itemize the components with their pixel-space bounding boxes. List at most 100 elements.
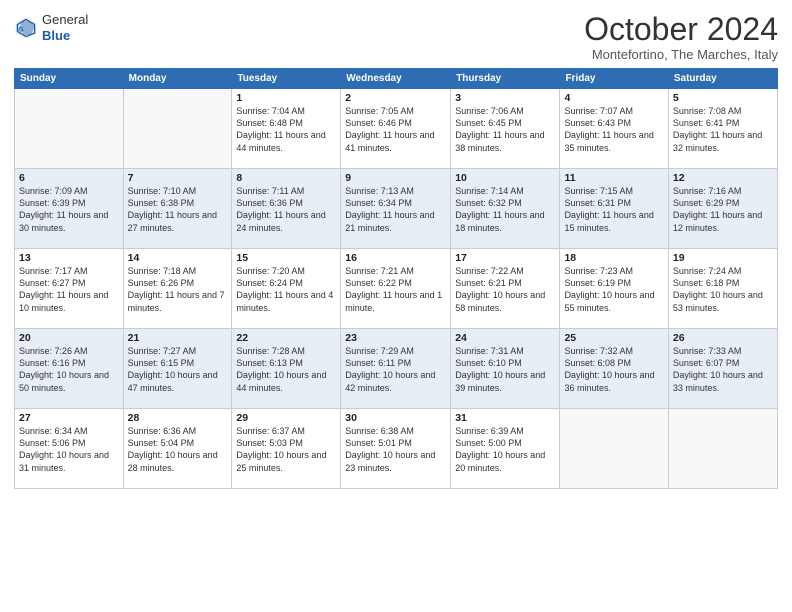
- day-info: Sunrise: 7:31 AM Sunset: 6:10 PM Dayligh…: [455, 345, 555, 394]
- day-number: 22: [236, 332, 336, 344]
- calendar-cell: 22Sunrise: 7:28 AM Sunset: 6:13 PM Dayli…: [232, 329, 341, 409]
- day-info: Sunrise: 7:21 AM Sunset: 6:22 PM Dayligh…: [345, 265, 446, 314]
- calendar-body: 1Sunrise: 7:04 AM Sunset: 6:48 PM Daylig…: [15, 89, 778, 489]
- day-info: Sunrise: 7:06 AM Sunset: 6:45 PM Dayligh…: [455, 105, 555, 154]
- day-number: 12: [673, 172, 773, 184]
- calendar-week-4: 20Sunrise: 7:26 AM Sunset: 6:16 PM Dayli…: [15, 329, 778, 409]
- day-info: Sunrise: 7:27 AM Sunset: 6:15 PM Dayligh…: [128, 345, 228, 394]
- day-info: Sunrise: 7:05 AM Sunset: 6:46 PM Dayligh…: [345, 105, 446, 154]
- day-info: Sunrise: 7:16 AM Sunset: 6:29 PM Dayligh…: [673, 185, 773, 234]
- day-info: Sunrise: 6:34 AM Sunset: 5:06 PM Dayligh…: [19, 425, 119, 474]
- calendar-cell: 9Sunrise: 7:13 AM Sunset: 6:34 PM Daylig…: [341, 169, 451, 249]
- day-info: Sunrise: 7:17 AM Sunset: 6:27 PM Dayligh…: [19, 265, 119, 314]
- calendar-cell: 19Sunrise: 7:24 AM Sunset: 6:18 PM Dayli…: [668, 249, 777, 329]
- day-info: Sunrise: 7:13 AM Sunset: 6:34 PM Dayligh…: [345, 185, 446, 234]
- logo-icon: G: [14, 16, 38, 40]
- day-number: 15: [236, 252, 336, 264]
- calendar-cell: 12Sunrise: 7:16 AM Sunset: 6:29 PM Dayli…: [668, 169, 777, 249]
- day-number: 6: [19, 172, 119, 184]
- day-info: Sunrise: 7:14 AM Sunset: 6:32 PM Dayligh…: [455, 185, 555, 234]
- day-info: Sunrise: 6:37 AM Sunset: 5:03 PM Dayligh…: [236, 425, 336, 474]
- calendar-cell: 2Sunrise: 7:05 AM Sunset: 6:46 PM Daylig…: [341, 89, 451, 169]
- day-info: Sunrise: 7:33 AM Sunset: 6:07 PM Dayligh…: [673, 345, 773, 394]
- day-number: 28: [128, 412, 228, 424]
- calendar-cell: 8Sunrise: 7:11 AM Sunset: 6:36 PM Daylig…: [232, 169, 341, 249]
- calendar-cell: 10Sunrise: 7:14 AM Sunset: 6:32 PM Dayli…: [451, 169, 560, 249]
- calendar-cell: 4Sunrise: 7:07 AM Sunset: 6:43 PM Daylig…: [560, 89, 668, 169]
- day-info: Sunrise: 7:28 AM Sunset: 6:13 PM Dayligh…: [236, 345, 336, 394]
- weekday-saturday: Saturday: [668, 69, 777, 89]
- calendar-cell: [668, 409, 777, 489]
- day-number: 7: [128, 172, 228, 184]
- day-number: 11: [564, 172, 663, 184]
- day-info: Sunrise: 7:32 AM Sunset: 6:08 PM Dayligh…: [564, 345, 663, 394]
- day-info: Sunrise: 6:38 AM Sunset: 5:01 PM Dayligh…: [345, 425, 446, 474]
- day-number: 20: [19, 332, 119, 344]
- day-number: 1: [236, 92, 336, 104]
- day-info: Sunrise: 7:08 AM Sunset: 6:41 PM Dayligh…: [673, 105, 773, 154]
- svg-text:G: G: [18, 26, 23, 33]
- day-number: 26: [673, 332, 773, 344]
- calendar-cell: 21Sunrise: 7:27 AM Sunset: 6:15 PM Dayli…: [123, 329, 232, 409]
- calendar-week-2: 6Sunrise: 7:09 AM Sunset: 6:39 PM Daylig…: [15, 169, 778, 249]
- weekday-header-row: SundayMondayTuesdayWednesdayThursdayFrid…: [15, 69, 778, 89]
- calendar-cell: 14Sunrise: 7:18 AM Sunset: 6:26 PM Dayli…: [123, 249, 232, 329]
- calendar-cell: 20Sunrise: 7:26 AM Sunset: 6:16 PM Dayli…: [15, 329, 124, 409]
- calendar-cell: 28Sunrise: 6:36 AM Sunset: 5:04 PM Dayli…: [123, 409, 232, 489]
- day-number: 9: [345, 172, 446, 184]
- page: G General Blue October 2024 Montefortino…: [0, 0, 792, 612]
- weekday-tuesday: Tuesday: [232, 69, 341, 89]
- day-info: Sunrise: 6:39 AM Sunset: 5:00 PM Dayligh…: [455, 425, 555, 474]
- weekday-thursday: Thursday: [451, 69, 560, 89]
- calendar-week-3: 13Sunrise: 7:17 AM Sunset: 6:27 PM Dayli…: [15, 249, 778, 329]
- calendar-cell: 27Sunrise: 6:34 AM Sunset: 5:06 PM Dayli…: [15, 409, 124, 489]
- day-number: 23: [345, 332, 446, 344]
- calendar-cell: 30Sunrise: 6:38 AM Sunset: 5:01 PM Dayli…: [341, 409, 451, 489]
- day-number: 29: [236, 412, 336, 424]
- day-number: 8: [236, 172, 336, 184]
- calendar-cell: [560, 409, 668, 489]
- calendar-cell: 26Sunrise: 7:33 AM Sunset: 6:07 PM Dayli…: [668, 329, 777, 409]
- calendar-cell: 16Sunrise: 7:21 AM Sunset: 6:22 PM Dayli…: [341, 249, 451, 329]
- calendar-cell: [15, 89, 124, 169]
- day-number: 27: [19, 412, 119, 424]
- day-info: Sunrise: 7:24 AM Sunset: 6:18 PM Dayligh…: [673, 265, 773, 314]
- day-number: 3: [455, 92, 555, 104]
- day-number: 30: [345, 412, 446, 424]
- day-info: Sunrise: 7:11 AM Sunset: 6:36 PM Dayligh…: [236, 185, 336, 234]
- day-info: Sunrise: 7:09 AM Sunset: 6:39 PM Dayligh…: [19, 185, 119, 234]
- calendar-header: SundayMondayTuesdayWednesdayThursdayFrid…: [15, 69, 778, 89]
- calendar-cell: [123, 89, 232, 169]
- calendar-week-5: 27Sunrise: 6:34 AM Sunset: 5:06 PM Dayli…: [15, 409, 778, 489]
- logo-general: General: [42, 12, 88, 27]
- calendar-cell: 29Sunrise: 6:37 AM Sunset: 5:03 PM Dayli…: [232, 409, 341, 489]
- day-info: Sunrise: 7:10 AM Sunset: 6:38 PM Dayligh…: [128, 185, 228, 234]
- day-number: 2: [345, 92, 446, 104]
- title-block: October 2024 Montefortino, The Marches, …: [584, 12, 778, 62]
- calendar-cell: 23Sunrise: 7:29 AM Sunset: 6:11 PM Dayli…: [341, 329, 451, 409]
- day-info: Sunrise: 7:07 AM Sunset: 6:43 PM Dayligh…: [564, 105, 663, 154]
- day-number: 18: [564, 252, 663, 264]
- weekday-wednesday: Wednesday: [341, 69, 451, 89]
- day-info: Sunrise: 7:18 AM Sunset: 6:26 PM Dayligh…: [128, 265, 228, 314]
- header: G General Blue October 2024 Montefortino…: [14, 12, 778, 62]
- day-info: Sunrise: 7:20 AM Sunset: 6:24 PM Dayligh…: [236, 265, 336, 314]
- month-title: October 2024: [584, 12, 778, 47]
- logo: G General Blue: [14, 12, 88, 43]
- calendar-cell: 3Sunrise: 7:06 AM Sunset: 6:45 PM Daylig…: [451, 89, 560, 169]
- calendar-week-1: 1Sunrise: 7:04 AM Sunset: 6:48 PM Daylig…: [15, 89, 778, 169]
- day-number: 10: [455, 172, 555, 184]
- day-number: 19: [673, 252, 773, 264]
- day-number: 17: [455, 252, 555, 264]
- logo-text: General Blue: [42, 12, 88, 43]
- calendar-cell: 15Sunrise: 7:20 AM Sunset: 6:24 PM Dayli…: [232, 249, 341, 329]
- day-number: 31: [455, 412, 555, 424]
- day-number: 13: [19, 252, 119, 264]
- day-info: Sunrise: 7:04 AM Sunset: 6:48 PM Dayligh…: [236, 105, 336, 154]
- day-number: 16: [345, 252, 446, 264]
- calendar-cell: 18Sunrise: 7:23 AM Sunset: 6:19 PM Dayli…: [560, 249, 668, 329]
- weekday-friday: Friday: [560, 69, 668, 89]
- day-number: 25: [564, 332, 663, 344]
- calendar-cell: 11Sunrise: 7:15 AM Sunset: 6:31 PM Dayli…: [560, 169, 668, 249]
- weekday-sunday: Sunday: [15, 69, 124, 89]
